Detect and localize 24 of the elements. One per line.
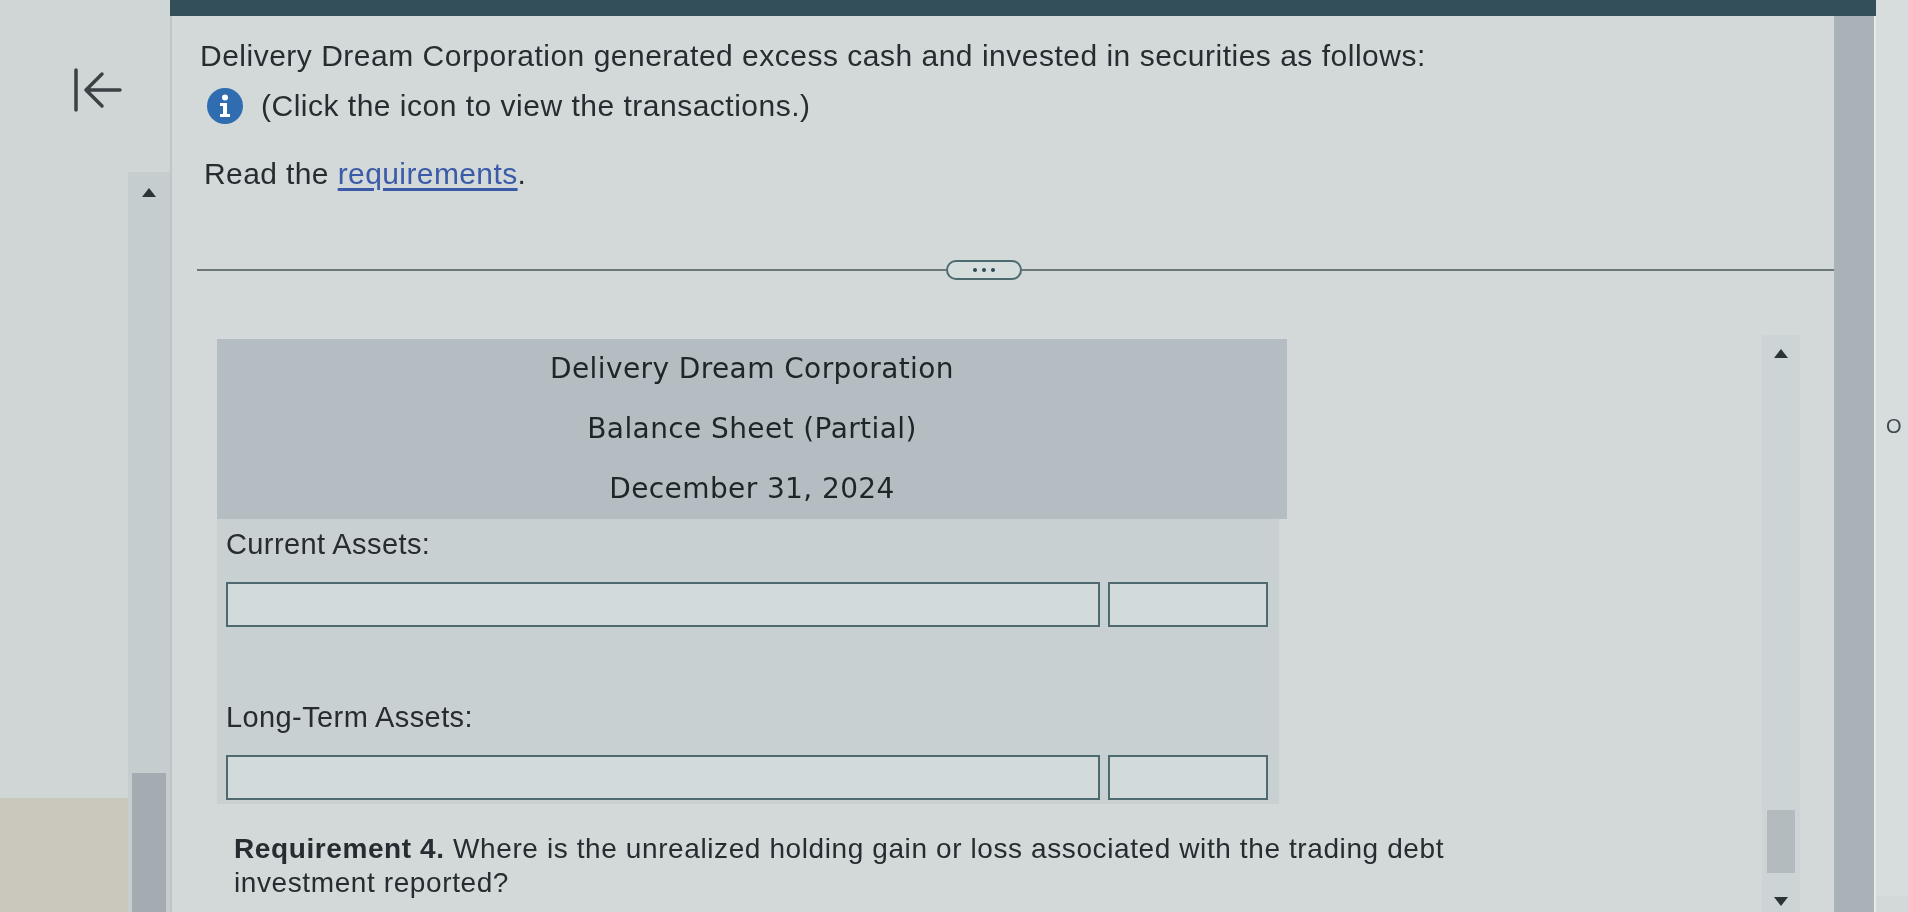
triangle-up-icon[interactable] xyxy=(142,188,156,197)
amount-input[interactable] xyxy=(1108,582,1268,627)
expand-button[interactable] xyxy=(946,260,1022,280)
amount-input[interactable] xyxy=(1108,755,1268,800)
ellipsis-icon xyxy=(973,268,995,272)
section-label: Current Assets: xyxy=(226,527,431,561)
triangle-down-icon[interactable] xyxy=(1774,897,1788,906)
triangle-up-icon[interactable] xyxy=(1774,349,1788,358)
panel-letter: O xyxy=(1886,414,1903,438)
requirements-link[interactable]: requirements xyxy=(337,157,518,190)
arrow-left-to-line-icon[interactable] xyxy=(72,66,124,114)
account-input[interactable] xyxy=(226,755,1100,800)
section-label: Long-Term Assets: xyxy=(226,700,473,734)
company-name: Delivery Dream Corporation xyxy=(550,353,954,385)
statement-title: Balance Sheet (Partial) xyxy=(587,413,917,445)
question-text: Delivery Dream Corporation generated excess cash and invested in securities as follows: xyxy=(199,38,1426,73)
account-input[interactable] xyxy=(226,582,1100,627)
statement-date: December 31, 2024 xyxy=(609,473,895,505)
info-text: (Click the icon to view the transactions.) xyxy=(261,89,811,123)
scrollbar-thumb[interactable] xyxy=(132,773,166,912)
requirements-sentence: Read the requirements. xyxy=(203,157,527,191)
requirement-question: Requirement 4. Where is the unrealized holding gain or loss associated with the trading debt investment reported? xyxy=(233,832,1446,900)
scrollbar-thumb[interactable] xyxy=(1767,810,1795,873)
info-icon[interactable] xyxy=(207,88,243,124)
